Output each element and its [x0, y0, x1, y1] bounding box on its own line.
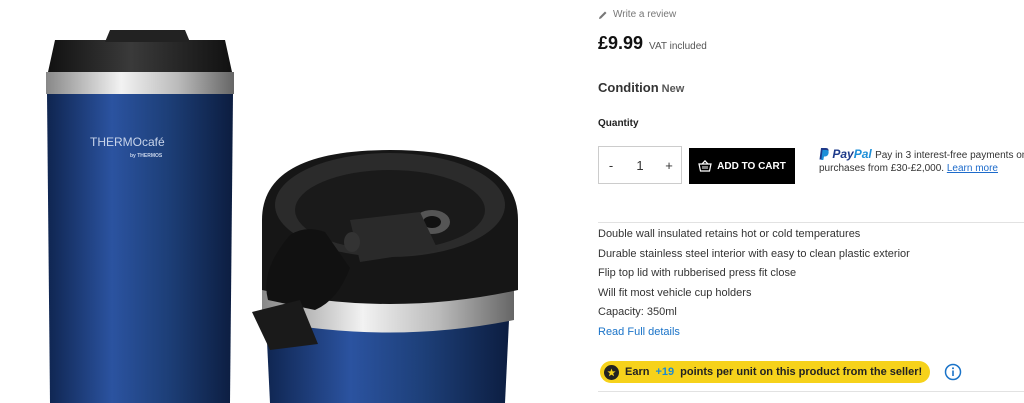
quantity-decrease-button[interactable]: - [599, 158, 623, 173]
feature-item: Flip top lid with rubberised press fit c… [598, 267, 797, 279]
brand-logo-text: THERMOcafé [90, 135, 165, 149]
paypal-learn-more-link[interactable]: Learn more [947, 163, 998, 174]
earn-points: +19 [655, 366, 675, 378]
condition-value: New [661, 83, 685, 95]
star-icon [604, 364, 619, 380]
paypal-logo-pal: Pal [853, 147, 872, 161]
product-image: THERMOcafé by THERMOS [0, 0, 560, 403]
product-info-panel: Write a review £9.99 VAT included Condit… [598, 0, 1024, 403]
feature-item: Durable stainless steel interior with ea… [598, 247, 910, 260]
pencil-icon [599, 11, 607, 19]
paypal-pay-in-3: PayPal Pay in 3 interest-free payments o… [819, 148, 1024, 175]
section-divider-bottom [598, 391, 1024, 392]
add-to-cart-button[interactable]: ADD TO CART [689, 148, 795, 184]
quantity-increase-button[interactable]: + [657, 158, 681, 173]
write-review-link[interactable]: Write a review [598, 9, 676, 20]
section-divider [598, 222, 1024, 223]
feature-item: Capacity: 350ml [598, 306, 677, 318]
condition: Condition New [598, 80, 684, 95]
price-row: £9.99 VAT included [598, 33, 707, 54]
brand-sub-text: by THERMOS [130, 153, 163, 159]
paypal-logo-pay: Pay [832, 147, 854, 161]
write-review-label: Write a review [613, 9, 677, 20]
vat-note: VAT included [649, 41, 707, 52]
earn-prefix: Earn [625, 366, 650, 378]
paypal-icon [819, 148, 829, 160]
quantity-label: Quantity [598, 118, 639, 129]
feature-item: Double wall insulated retains hot or col… [598, 228, 861, 240]
add-to-cart-label: ADD TO CART [717, 160, 786, 172]
condition-label: Condition [598, 80, 659, 95]
basket-icon [698, 160, 712, 172]
earn-points-badge: Earn +19 points per unit on this product… [600, 361, 931, 383]
feature-item: Will fit most vehicle cup holders [598, 286, 752, 299]
feature-list: Double wall insulated retains hot or col… [598, 225, 910, 323]
quantity-input[interactable]: 1 [625, 158, 655, 173]
paypal-logo: PayPal [819, 147, 875, 161]
price: £9.99 [598, 33, 644, 53]
read-full-details-link[interactable]: Read Full details [598, 326, 680, 338]
quantity-stepper[interactable]: - 1 + [598, 146, 682, 184]
mug-illustration: THERMOcafé by THERMOS [46, 30, 518, 403]
left-mug-lid [48, 40, 232, 72]
info-icon[interactable] [944, 363, 962, 386]
earn-suffix: points per unit on this product from the… [680, 366, 923, 378]
